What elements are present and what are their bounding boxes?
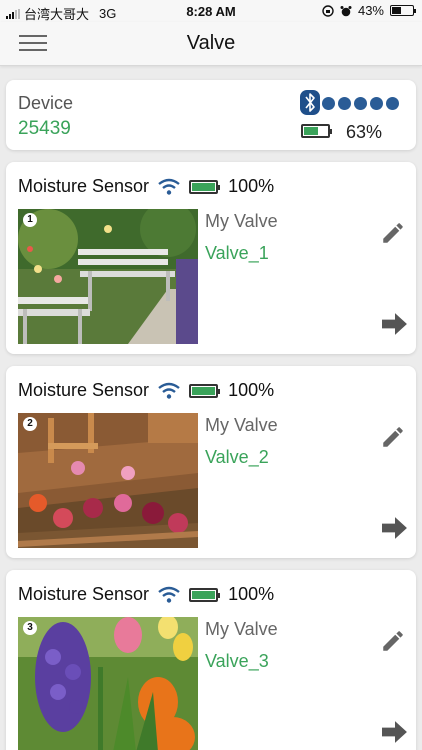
bluetooth-icon xyxy=(300,90,320,115)
valve-name-label: My Valve xyxy=(205,619,278,639)
sensor-battery-percent: 100% xyxy=(228,380,275,400)
signal-dots xyxy=(322,97,399,110)
page-title: Valve xyxy=(186,32,236,54)
valve-number-badge: 3 xyxy=(23,621,37,635)
valve-name-label: My Valve xyxy=(205,415,278,435)
status-battery-percent: 43% xyxy=(357,3,384,18)
sensor-header: Moisture Sensor 100% xyxy=(18,584,274,605)
arrow-right-icon[interactable] xyxy=(382,312,408,336)
sensor-header: Moisture Sensor 100% xyxy=(18,176,274,197)
status-bar: 台湾大哥大 3G 8:28 AM 43% xyxy=(0,0,422,22)
status-right: 43% xyxy=(322,3,416,18)
device-battery-icon xyxy=(301,124,332,138)
sensor-battery-icon xyxy=(189,179,221,194)
sensor-name: Moisture Sensor xyxy=(18,380,150,400)
alarm-icon xyxy=(340,5,352,16)
wifi-icon xyxy=(158,586,180,603)
valve-name: Valve_3 xyxy=(205,651,269,671)
valve-photo: 2 xyxy=(18,413,198,548)
pencil-edit-icon[interactable] xyxy=(380,424,406,450)
valve-name: Valve_2 xyxy=(205,447,269,467)
sensor-battery-icon xyxy=(189,587,221,602)
orientation-lock-icon xyxy=(322,4,334,17)
valve-card[interactable]: Moisture Sensor 100% 2 My Valve Valve_2 xyxy=(6,366,416,558)
valve-card[interactable]: Moisture Sensor 100% 1 My Valve Valve_1 xyxy=(6,162,416,354)
signal-dot xyxy=(386,97,399,110)
wifi-icon xyxy=(158,178,180,195)
wifi-icon xyxy=(158,382,180,399)
valve-name: Valve_1 xyxy=(205,243,269,263)
valve-photo: 1 xyxy=(18,209,198,344)
sensor-name: Moisture Sensor xyxy=(18,176,150,196)
arrow-right-icon[interactable] xyxy=(382,516,408,540)
device-id: 25439 xyxy=(18,118,71,139)
valve-number-badge: 1 xyxy=(23,213,37,227)
sensor-battery-percent: 100% xyxy=(228,584,275,604)
sensor-header: Moisture Sensor 100% xyxy=(18,380,274,401)
signal-dot xyxy=(322,97,335,110)
device-battery-percent: 63% xyxy=(346,122,383,142)
valve-name-label: My Valve xyxy=(205,211,278,231)
valve-photo: 3 xyxy=(18,617,198,750)
pencil-edit-icon[interactable] xyxy=(380,628,406,654)
signal-dot xyxy=(338,97,351,110)
sensor-name: Moisture Sensor xyxy=(18,584,150,604)
sensor-battery-percent: 100% xyxy=(228,176,275,196)
device-label: Device xyxy=(18,93,74,113)
status-battery-icon xyxy=(390,5,416,16)
valve-card[interactable]: Moisture Sensor 100% 3 My Valve Valve_3 xyxy=(6,570,416,750)
valve-number-badge: 2 xyxy=(23,417,37,431)
signal-dot xyxy=(354,97,367,110)
navigation-bar: Valve xyxy=(0,22,422,66)
pencil-edit-icon[interactable] xyxy=(380,220,406,246)
sensor-battery-icon xyxy=(189,383,221,398)
signal-dot xyxy=(370,97,383,110)
device-card: Device 25439 63% xyxy=(6,80,416,150)
arrow-right-icon[interactable] xyxy=(382,720,408,744)
